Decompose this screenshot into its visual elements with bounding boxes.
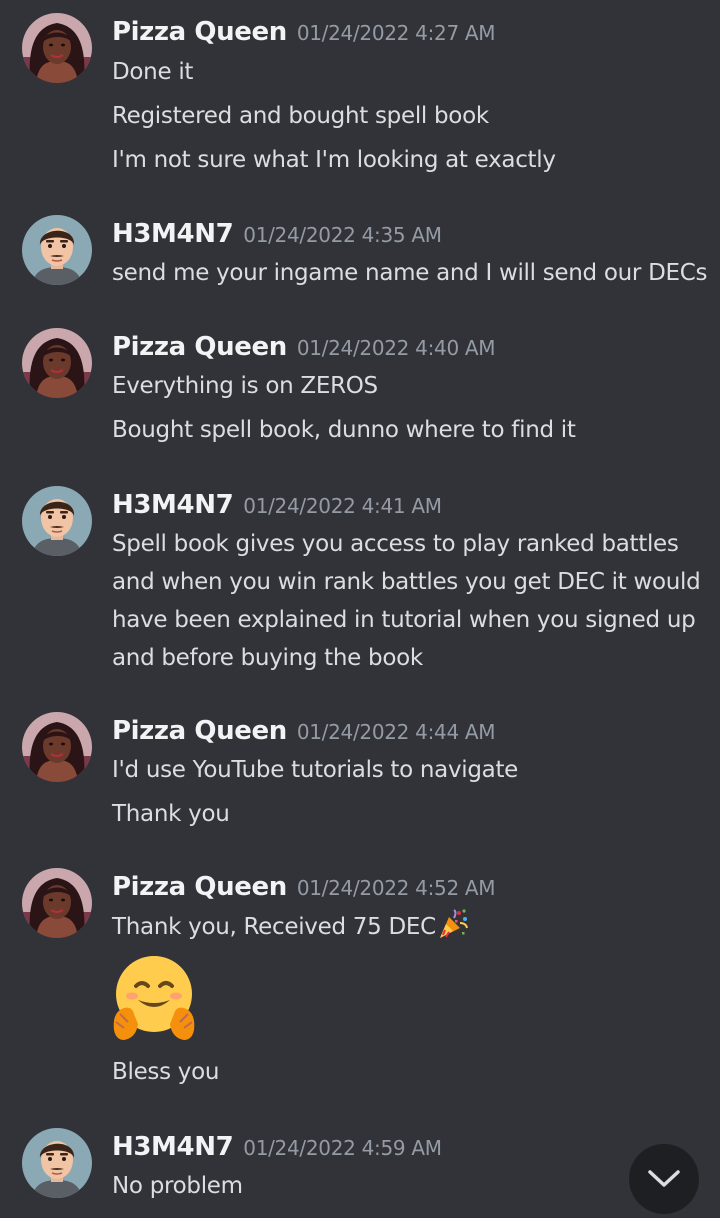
message-header: Pizza Queen 01/24/2022 4:52 AM [112, 870, 496, 904]
message-text: No problem [112, 1173, 243, 1199]
message-header: H3M4N7 01/24/2022 4:41 AM [112, 488, 442, 522]
username[interactable]: Pizza Queen [112, 716, 287, 746]
username[interactable]: Pizza Queen [112, 872, 287, 902]
message-text: Everything is on ZEROS [112, 373, 378, 399]
message-text: have been explained in tutorial when you… [112, 607, 696, 633]
message-text: Bless you [112, 1059, 220, 1085]
avatar[interactable] [22, 868, 92, 938]
woman-avatar-icon [22, 868, 92, 938]
party-popper-icon [437, 908, 469, 952]
woman-avatar-icon [22, 328, 92, 398]
avatar[interactable] [22, 1128, 92, 1198]
timestamp: 01/24/2022 4:59 AM [243, 1136, 442, 1160]
timestamp: 01/24/2022 4:35 AM [243, 223, 442, 247]
hugging-face-icon [108, 952, 200, 1044]
message-text: Thank you [112, 801, 230, 827]
username[interactable]: Pizza Queen [112, 332, 287, 362]
man-avatar-icon [22, 486, 92, 556]
message-text: Spell book gives you access to play rank… [112, 531, 679, 557]
timestamp: 01/24/2022 4:27 AM [296, 21, 496, 45]
timestamp: 01/24/2022 4:41 AM [243, 494, 442, 518]
username[interactable]: H3M4N7 [112, 490, 234, 520]
woman-avatar-icon [22, 712, 92, 782]
timestamp: 01/24/2022 4:44 AM [296, 720, 496, 744]
timestamp: 01/24/2022 4:40 AM [296, 336, 496, 360]
man-avatar-icon [22, 1128, 92, 1198]
message-text: and when you win rank battles you get DE… [112, 569, 701, 595]
man-avatar-icon [22, 215, 92, 285]
woman-avatar-icon [22, 13, 92, 83]
username[interactable]: H3M4N7 [112, 1132, 234, 1162]
avatar[interactable] [22, 13, 92, 83]
message-text: Thank you, Received 75 DEC [112, 914, 436, 940]
avatar[interactable] [22, 328, 92, 398]
chevron-down-icon [648, 1170, 680, 1187]
username[interactable]: H3M4N7 [112, 219, 234, 249]
message-header: Pizza Queen 01/24/2022 4:27 AM [112, 15, 496, 49]
message-header: H3M4N7 01/24/2022 4:35 AM [112, 217, 442, 251]
avatar[interactable] [22, 215, 92, 285]
message-text: and before buying the book [112, 645, 423, 671]
avatar[interactable] [22, 712, 92, 782]
timestamp: 01/24/2022 4:52 AM [296, 876, 496, 900]
message-text: Registered and bought spell book [112, 103, 489, 129]
message-text-row: Thank you, Received 75 DEC [112, 908, 469, 952]
message-text: I'm not sure what I'm looking at exactly [112, 147, 556, 173]
username[interactable]: Pizza Queen [112, 17, 287, 47]
avatar[interactable] [22, 486, 92, 556]
message-text: Done it [112, 59, 194, 85]
message-text: I'd use YouTube tutorials to navigate [112, 757, 519, 783]
message-header: Pizza Queen 01/24/2022 4:44 AM [112, 714, 496, 748]
message-text: Bought spell book, dunno where to find i… [112, 417, 576, 443]
scroll-to-bottom-button[interactable] [629, 1144, 699, 1214]
message-header: Pizza Queen 01/24/2022 4:40 AM [112, 330, 496, 364]
message-text: send me your ingame name and I will send… [112, 260, 708, 286]
message-header: H3M4N7 01/24/2022 4:59 AM [112, 1130, 442, 1164]
